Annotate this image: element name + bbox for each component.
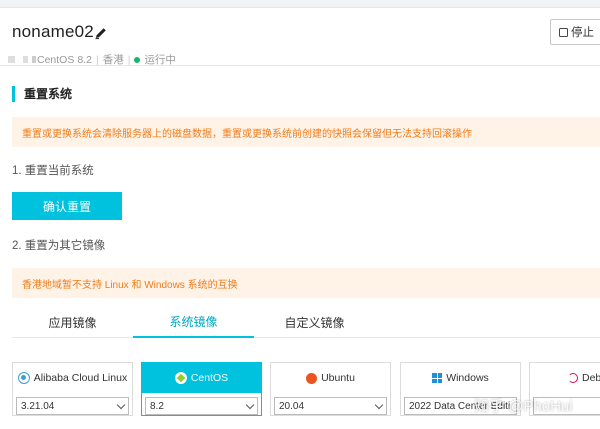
- version-select[interactable]: [533, 397, 600, 415]
- stop-button-label: 停止: [571, 27, 594, 39]
- version-value: 20.04: [279, 400, 305, 412]
- warning-banner-data-loss: 重置或更换系统会清除服务器上的磁盘数据，重置或更换系统前创建的快照会保留但无法支…: [12, 117, 600, 147]
- tab-system-image[interactable]: 系统镜像: [133, 306, 254, 338]
- warning-banner-region: 香港地域暂不支持 Linux 和 Windows 系统的互换: [12, 268, 600, 298]
- image-card-header[interactable]: Windows: [401, 363, 520, 393]
- image-name: Ubuntu: [321, 372, 355, 384]
- instance-meta: CentOS 8.2 | 香港 | 运行中: [8, 52, 176, 67]
- instance-name: noname02: [12, 22, 94, 41]
- image-card-header[interactable]: Deb: [530, 363, 600, 393]
- stop-square-icon: [559, 28, 568, 37]
- confirm-reset-button[interactable]: 确认重置: [12, 192, 122, 220]
- redacted-block: [23, 56, 28, 63]
- debian-icon: [568, 373, 578, 383]
- chevron-down-icon: [374, 400, 384, 410]
- version-value: 8.2: [150, 400, 164, 412]
- tab-app-image[interactable]: 应用镜像: [12, 306, 133, 338]
- image-card-centos[interactable]: CentOS 8.2: [141, 362, 262, 416]
- centos-icon: [174, 372, 187, 384]
- top-strip: [0, 0, 600, 8]
- version-value: 2022 Data Center Editi: [409, 400, 511, 412]
- version-select[interactable]: 8.2: [145, 397, 258, 415]
- image-card-windows[interactable]: Windows 2022 Data Center Editi: [400, 362, 521, 416]
- version-select[interactable]: 2022 Data Center Editi: [404, 397, 517, 415]
- redacted-block: [32, 56, 36, 63]
- image-name: Deb: [582, 372, 600, 384]
- chevron-down-icon: [116, 400, 126, 410]
- windows-icon: [432, 373, 443, 383]
- step-reset-other-image: 2. 重置为其它镜像: [12, 240, 106, 252]
- step-reset-current: 1. 重置当前系统: [12, 165, 94, 177]
- image-name: Alibaba Cloud Linux: [33, 372, 128, 384]
- version-value: 3.21.04: [21, 400, 55, 412]
- status-dot-icon: [134, 56, 141, 63]
- section-title: 重置系统: [12, 86, 72, 102]
- edit-pencil-icon[interactable]: [94, 26, 108, 40]
- status-text: 运行中: [144, 54, 176, 66]
- image-card-ubuntu[interactable]: Ubuntu 20.04: [270, 362, 391, 416]
- stop-button[interactable]: 停止: [550, 19, 600, 45]
- redacted-block: [8, 56, 15, 63]
- tab-custom-image[interactable]: 自定义镜像: [254, 306, 375, 338]
- image-card-debian[interactable]: Deb: [529, 362, 600, 416]
- image-card-alibaba-cloud-linux[interactable]: Alibaba Cloud Linux 3.21.04: [12, 362, 133, 416]
- region: 香港: [102, 54, 124, 66]
- image-card-header[interactable]: Alibaba Cloud Linux: [13, 363, 132, 393]
- instance-header: noname02 CentOS 8.2 | 香港 | 运行中 停止: [0, 8, 600, 66]
- meta-separator: |: [127, 53, 131, 66]
- ubuntu-icon: [306, 372, 318, 384]
- image-name: Windows: [446, 372, 489, 384]
- image-card-header[interactable]: Ubuntu: [271, 363, 390, 393]
- meta-separator: |: [95, 53, 99, 66]
- chevron-down-icon: [245, 400, 255, 410]
- image-card-header[interactable]: CentOS: [142, 363, 261, 393]
- version-select[interactable]: 3.21.04: [16, 397, 129, 415]
- os-label: CentOS: [37, 53, 75, 66]
- alibaba-cloud-linux-icon: [17, 372, 30, 384]
- image-name: CentOS: [190, 372, 229, 384]
- os-version: 8.2: [77, 53, 92, 66]
- image-tabs: 应用镜像 系统镜像 自定义镜像: [12, 306, 600, 338]
- version-select[interactable]: 20.04: [274, 397, 387, 415]
